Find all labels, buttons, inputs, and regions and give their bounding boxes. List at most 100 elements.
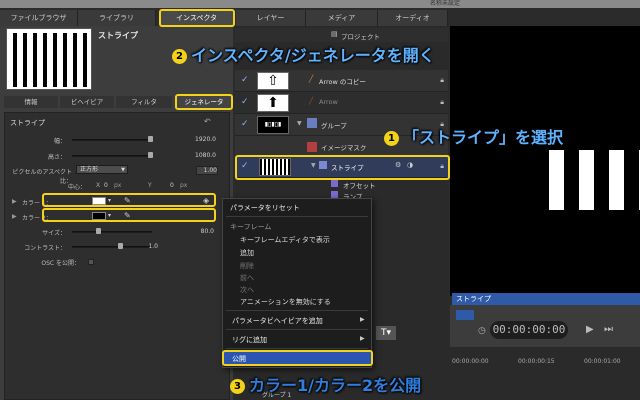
contrast-value[interactable]: 1.0 <box>130 243 158 250</box>
preview-thumbnail <box>6 28 92 90</box>
highlight-generator-tab <box>175 94 233 110</box>
menu-separator <box>226 348 368 349</box>
width-knob[interactable] <box>148 136 153 142</box>
width-value[interactable]: 1920.0 <box>160 136 216 143</box>
center-x-label: X <box>96 182 101 189</box>
lock-icon[interactable]: 🔒︎ <box>440 98 444 107</box>
layer-thumbnail: ▮▯▮▯▮ <box>257 116 289 134</box>
chevron-down-icon: ▼ <box>121 167 125 173</box>
size-slider[interactable] <box>72 231 152 233</box>
tab-media[interactable]: メディア <box>306 10 378 26</box>
subtab-behaviors[interactable]: ビヘイビア <box>60 96 114 108</box>
submenu-arrow-icon: ▶ <box>360 316 365 323</box>
highlight-inspector-tab <box>159 9 235 27</box>
highlight-publish <box>222 350 373 366</box>
menu-separator <box>226 329 368 330</box>
layer-name[interactable]: オフセット <box>343 180 376 190</box>
osc-checkbox[interactable] <box>88 259 94 265</box>
mini-timeline-label[interactable]: ストライプ <box>452 293 640 305</box>
layer-name[interactable]: Arrow のコピー <box>319 76 366 86</box>
subtab-filters[interactable]: フィルタ <box>116 96 172 108</box>
osc-label: OSC を公開： <box>41 260 80 267</box>
layer-visibility-checkbox[interactable]: ✓ <box>241 119 249 129</box>
forward-button[interactable]: ⏭ <box>604 324 613 335</box>
callout-text: カラー1/カラー2を公開 <box>249 376 422 395</box>
size-label: サイズ： <box>42 230 66 237</box>
timecode-display[interactable]: 00:00:00:00 <box>490 321 568 339</box>
tab-audio[interactable]: オーディオ <box>378 10 448 26</box>
center-y-label: Y <box>148 182 152 189</box>
highlight-color1 <box>42 193 216 207</box>
timeline-time: 00:00:01:00 <box>584 358 621 365</box>
menu-next-keyframe: 次へ <box>240 286 254 294</box>
disclosure-triangle-icon[interactable]: ▼ <box>297 120 302 127</box>
center-y-value[interactable]: 0 <box>170 182 174 189</box>
layer-visibility-checkbox[interactable]: ✓ <box>241 97 249 107</box>
menu-separator <box>226 216 368 217</box>
layer-row-arrow-copy[interactable]: ✓ ⇧ ╱ Arrow のコピー 🔒︎ <box>235 70 448 92</box>
group-icon <box>307 118 317 128</box>
layer-name[interactable]: イメージマスク <box>321 142 366 152</box>
menu-previous-keyframe: 前へ <box>240 274 254 282</box>
layer-name[interactable]: Arrow <box>319 98 338 106</box>
behavior-icon <box>331 180 338 187</box>
center-x-value[interactable]: 0 <box>104 182 108 189</box>
menu-add-keyframe[interactable]: 追加 <box>240 248 254 258</box>
pixel-aspect-dropdown[interactable]: 正方形 ▼ <box>76 165 128 174</box>
reset-icon[interactable]: ↶ <box>204 117 211 126</box>
menu-keyframe-header: キーフレーム <box>230 223 272 231</box>
subtab-info[interactable]: 情報 <box>4 96 58 108</box>
tab-file-browser[interactable]: ファイルブラウザ <box>0 10 78 26</box>
callout-text: インスペクタ/ジェネレータを開く <box>191 46 435 65</box>
project-row[interactable]: ▤ プロジェクト <box>235 28 448 42</box>
contrast-knob[interactable] <box>118 243 123 249</box>
text-tool-button[interactable]: T▾ <box>376 326 396 340</box>
layer-name[interactable]: グループ <box>321 120 347 130</box>
height-label: 高さ： <box>47 154 66 161</box>
height-slider[interactable] <box>72 155 152 157</box>
center-x-unit: px <box>114 182 122 189</box>
menu-show-in-keyframe-editor[interactable]: キーフレームエディタで表示 <box>240 235 330 245</box>
width-slider[interactable] <box>72 139 152 141</box>
play-button[interactable]: ▶ <box>586 324 594 335</box>
highlight-stripe-layer <box>235 155 450 180</box>
disclosure-triangle-icon[interactable]: ▶ <box>12 213 17 220</box>
pixel-aspect-value[interactable]: 1.00 <box>196 166 218 175</box>
callout-step-1: 1 「ストライプ」を選択 <box>384 124 563 148</box>
center-y-unit: px <box>180 182 188 189</box>
menu-separator <box>226 310 368 311</box>
center-label: 中心： <box>67 184 86 191</box>
menu-add-parameter-behavior[interactable]: パラメータビヘイビアを追加 <box>232 316 323 326</box>
disclosure-triangle-icon[interactable]: ▶ <box>12 198 17 205</box>
step-number-badge: 3 <box>230 379 245 394</box>
lock-icon[interactable]: 🔒︎ <box>440 76 444 85</box>
width-label: 幅： <box>53 138 66 145</box>
title-bar: 名称未設定 <box>0 0 640 8</box>
size-knob[interactable] <box>96 228 101 234</box>
menu-delete-keyframe: 削除 <box>240 262 254 270</box>
window-title: 名称未設定 <box>430 0 461 7</box>
layer-visibility-checkbox[interactable]: ✓ <box>241 75 249 85</box>
tab-library[interactable]: ライブラリ <box>78 10 156 26</box>
mini-timeline-button[interactable] <box>456 310 474 320</box>
tab-layers[interactable]: レイヤー <box>236 10 306 26</box>
menu-add-to-rig[interactable]: リグに追加 <box>232 335 267 345</box>
submenu-arrow-icon: ▶ <box>360 335 365 342</box>
size-value[interactable]: 80.0 <box>190 228 214 235</box>
menu-disable-animation[interactable]: アニメーションを無効にする <box>240 297 331 307</box>
image-mask-icon <box>307 142 317 152</box>
behavior-icon <box>331 191 338 198</box>
height-value[interactable]: 1080.0 <box>160 152 216 159</box>
shape-icon: ╱ <box>309 75 314 83</box>
highlight-color2 <box>42 208 216 222</box>
preview-title: ストライプ <box>98 31 138 40</box>
layer-row-arrow[interactable]: ✓ ⬆ ╱ Arrow 🔒︎ <box>235 92 448 114</box>
step-number-badge: 1 <box>384 131 399 146</box>
contrast-label: コントラスト： <box>24 245 66 252</box>
height-knob[interactable] <box>148 152 153 158</box>
callout-step-3: 3 カラー1/カラー2を公開 <box>230 372 421 396</box>
menu-reset-parameter[interactable]: パラメータをリセット <box>230 203 300 213</box>
layer-thumbnail: ⬆ <box>257 94 289 112</box>
layer-thumbnail: ⇧ <box>257 72 289 90</box>
clock-icon: ◷ <box>478 326 486 336</box>
